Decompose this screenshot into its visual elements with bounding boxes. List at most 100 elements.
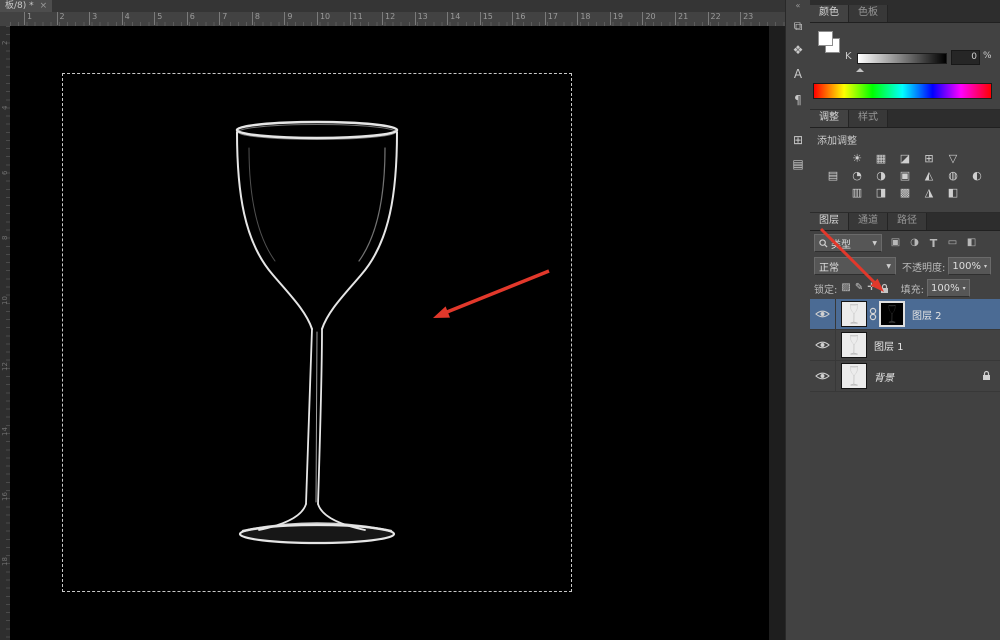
- tick-label: 14: [447, 12, 460, 25]
- tick-label: 10: [317, 12, 330, 25]
- mask-link-icon[interactable]: [869, 307, 877, 321]
- tick-label: 18: [577, 12, 590, 25]
- tick-label: 10: [1, 295, 9, 305]
- tick-label: 11: [350, 12, 363, 25]
- visibility-toggle[interactable]: [810, 330, 836, 360]
- filter-adjustment-icon[interactable]: ◑: [907, 237, 922, 250]
- filter-smart-object-icon[interactable]: ◧: [964, 237, 979, 250]
- levels-icon[interactable]: ▦: [873, 152, 890, 165]
- fill-dropdown[interactable]: 100% ▾: [927, 279, 970, 297]
- vibrance-icon[interactable]: ▽: [945, 152, 962, 165]
- brightness-contrast-icon[interactable]: ☀: [849, 152, 866, 165]
- tick-label: 15: [480, 12, 493, 25]
- chevron-down-icon: ▼: [886, 263, 891, 270]
- fill-value: 100%: [931, 283, 960, 294]
- layer-filter-icons: ▣ ◑ T ▭ ◧: [888, 237, 979, 250]
- tab-swatches[interactable]: 色板: [849, 5, 888, 22]
- photoshop-window: 板/8) * × 1234567891011121314151617181920…: [0, 0, 1000, 640]
- filter-type-icon[interactable]: T: [926, 237, 941, 250]
- canvas[interactable]: [10, 26, 769, 640]
- adjustment-icon-row: ☀ ▦ ◪ ⊞ ▽: [810, 152, 1000, 165]
- lock-label: 锁定:: [814, 281, 837, 296]
- tab-adjustments[interactable]: 调整: [810, 110, 849, 127]
- opacity-dropdown[interactable]: 100% ▾: [948, 257, 991, 275]
- tab-layers[interactable]: 图层: [810, 213, 849, 230]
- tick-label: 22: [708, 12, 721, 25]
- tab-color[interactable]: 颜色: [810, 5, 849, 22]
- filter-shape-icon[interactable]: ▭: [945, 237, 960, 250]
- channel-mixer-icon[interactable]: ◭: [921, 169, 938, 182]
- document-tab-title: 板/8) *: [5, 0, 34, 12]
- layer-name[interactable]: 背景: [874, 369, 894, 384]
- document-tab[interactable]: 板/8) * ×: [0, 0, 52, 12]
- tick-label: 4: [1, 100, 9, 110]
- visibility-toggle[interactable]: [810, 299, 836, 329]
- exposure-icon[interactable]: ⊞: [921, 152, 938, 165]
- selective-color-icon[interactable]: ◮: [921, 186, 938, 199]
- layer-name[interactable]: 图层 2: [912, 307, 942, 322]
- eye-icon: [815, 371, 830, 381]
- blend-mode-dropdown[interactable]: 正常 ▼: [814, 257, 896, 275]
- chevron-down-icon: ▾: [984, 263, 987, 270]
- layer-filter-dropdown[interactable]: 类型 ▼: [814, 234, 882, 252]
- color-lookup-icon[interactable]: ◍: [945, 169, 962, 182]
- tick-label: 8: [1, 230, 9, 240]
- photo-filter-icon[interactable]: ▣: [897, 169, 914, 182]
- lock-all-icon[interactable]: [880, 283, 889, 294]
- layer-row-layer1[interactable]: 图层 1: [810, 330, 1000, 361]
- color-balance-icon[interactable]: ◔: [849, 169, 866, 182]
- gradient-map-icon[interactable]: ▩: [897, 186, 914, 199]
- collapse-dock-icon[interactable]: «: [786, 0, 810, 11]
- horizontal-ruler[interactable]: 1234567891011121314151617181920212223: [10, 12, 785, 27]
- invert-icon[interactable]: ◐: [969, 169, 986, 182]
- visibility-toggle[interactable]: [810, 361, 836, 391]
- blend-mode-row: 正常 ▼ 不透明度: 100% ▾: [810, 255, 1000, 277]
- k-slider-handle[interactable]: [856, 64, 864, 72]
- threshold-icon[interactable]: ◨: [873, 186, 890, 199]
- mask-adjust-icon[interactable]: ◧: [945, 186, 962, 199]
- tab-styles[interactable]: 样式: [849, 110, 888, 127]
- k-channel-label: K: [845, 51, 852, 62]
- tick-label: 4: [122, 12, 130, 25]
- lock-pixels-icon[interactable]: ✎: [855, 282, 863, 294]
- tab-channels[interactable]: 通道: [849, 213, 888, 230]
- color-panel: K 0 %: [810, 23, 1000, 110]
- layer-thumbnail[interactable]: [841, 363, 867, 389]
- k-value-input[interactable]: 0: [951, 50, 980, 65]
- opacity-value: 100%: [952, 261, 981, 272]
- black-white-icon[interactable]: ◑: [873, 169, 890, 182]
- character-panel-icon[interactable]: A: [788, 66, 808, 83]
- hue-saturation-icon[interactable]: ▤: [825, 169, 842, 182]
- layer-name[interactable]: 图层 1: [874, 338, 904, 353]
- histogram-panel-icon[interactable]: ▤: [788, 156, 808, 173]
- posterize-icon[interactable]: ▥: [849, 186, 866, 199]
- tick-label: 17: [545, 12, 558, 25]
- color-spectrum-bar[interactable]: [813, 83, 992, 99]
- brush-presets-panel-icon[interactable]: ❖: [788, 42, 808, 59]
- tick-label: 8: [252, 12, 260, 25]
- clone-source-panel-icon[interactable]: ⧉: [788, 18, 808, 35]
- lock-transparency-icon[interactable]: ▨: [841, 282, 850, 294]
- layer-filter-label: 类型: [831, 236, 851, 251]
- info-panel-icon[interactable]: ⊞: [788, 132, 808, 149]
- k-slider[interactable]: [857, 53, 947, 64]
- tick-label: 13: [415, 12, 428, 25]
- layer-thumbnail[interactable]: [841, 332, 867, 358]
- pasteboard: [769, 26, 785, 640]
- paragraph-panel-icon[interactable]: ¶: [788, 92, 808, 109]
- panel-dock-strip: « ⧉ ❖ A ¶ ⊞ ▤: [785, 0, 811, 640]
- tab-paths[interactable]: 路径: [888, 213, 927, 230]
- layer-row-background[interactable]: 背景: [810, 361, 1000, 392]
- layer-mask-thumbnail[interactable]: [879, 301, 905, 327]
- layer-row-layer2[interactable]: 图层 2: [810, 299, 1000, 330]
- curves-icon[interactable]: ◪: [897, 152, 914, 165]
- layer-thumbnail[interactable]: [841, 301, 867, 327]
- foreground-color-chip[interactable]: [818, 31, 833, 46]
- tick-label: 20: [642, 12, 655, 25]
- tick-label: 6: [187, 12, 195, 25]
- layers-panel-empty-area: [810, 392, 1000, 640]
- lock-row: 锁定: ▨✎✛ 填充: 100% ▾: [810, 277, 1000, 299]
- close-tab-icon[interactable]: ×: [40, 0, 48, 12]
- filter-pixel-icon[interactable]: ▣: [888, 237, 903, 250]
- lock-position-icon[interactable]: ✛: [867, 282, 875, 294]
